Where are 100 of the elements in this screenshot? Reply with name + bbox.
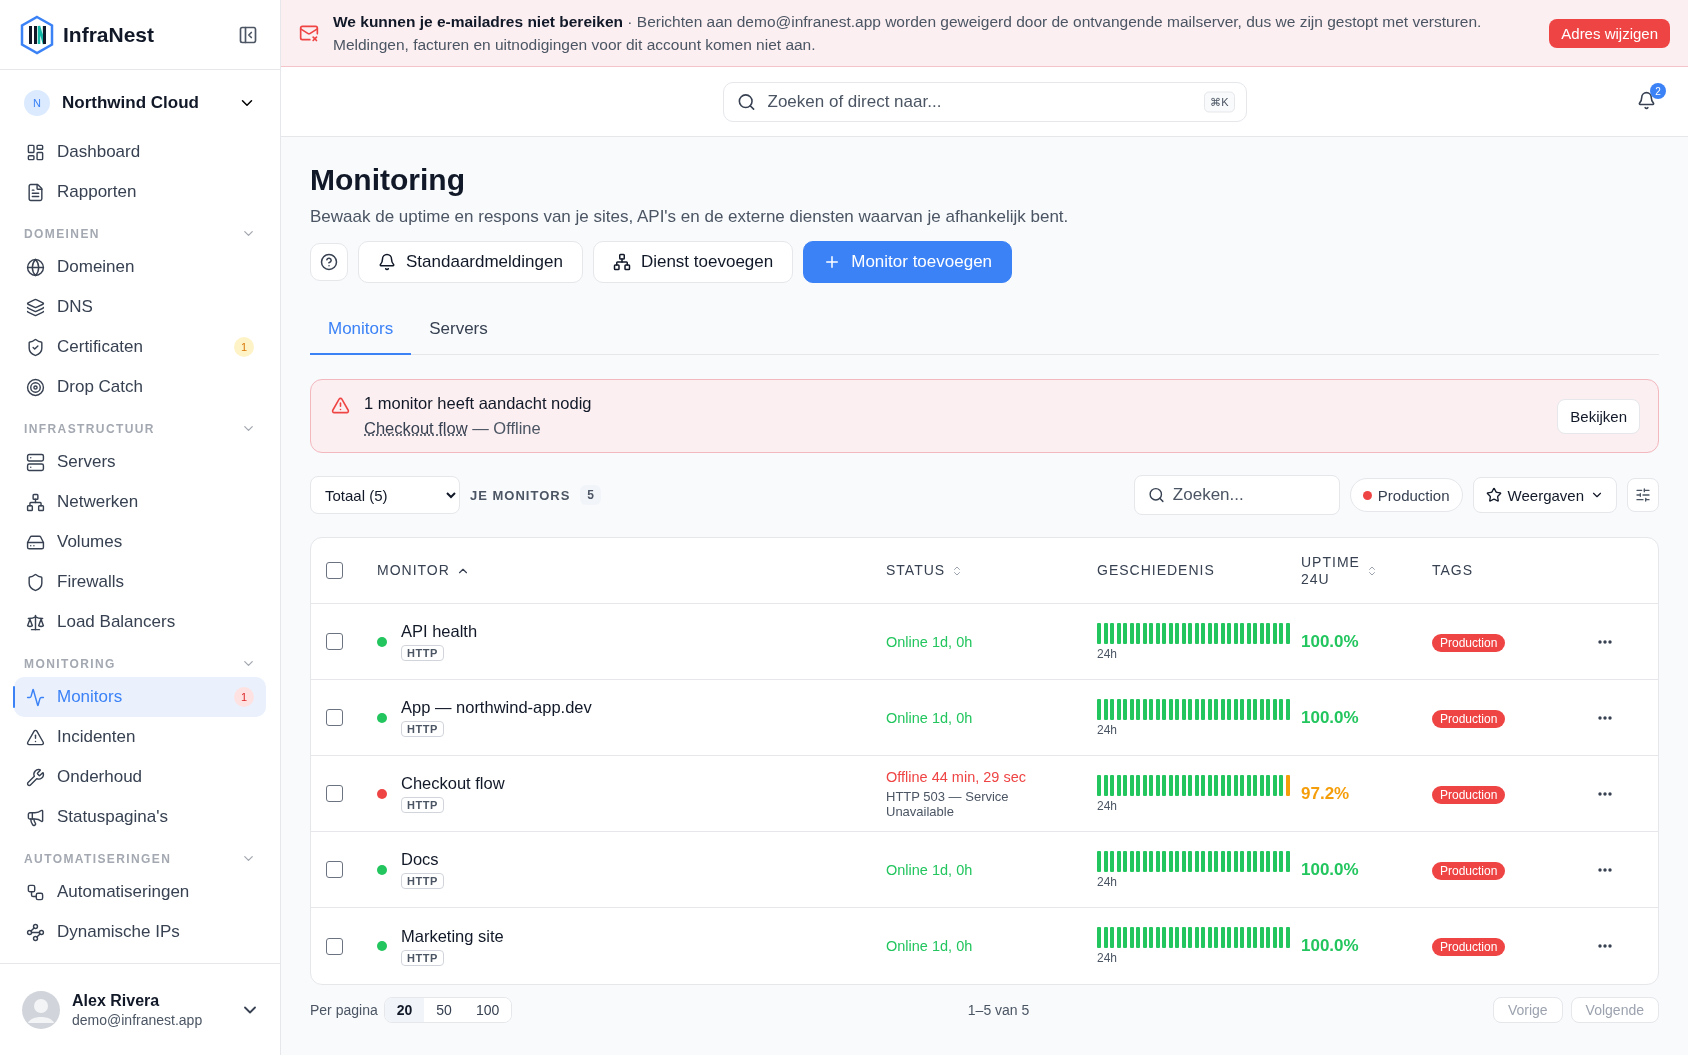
nav-item[interactable]: Rapporten (14, 172, 266, 212)
workspace-switcher[interactable]: N Northwind Cloud (14, 80, 266, 126)
nav-item[interactable]: Dynamische IPs (14, 912, 266, 952)
action-button[interactable]: Dienst toevoegen (592, 241, 794, 283)
more-icon (1598, 639, 1612, 644)
tab[interactable]: Monitors (310, 307, 412, 355)
tag: Production (1432, 709, 1506, 728)
wrench-icon (26, 767, 45, 787)
filter-search-field[interactable]: Zoeken... (1133, 475, 1340, 515)
banner-message: We kunnen je e-mailadres niet bereiken · Berichten aan demo@infranest.app worden geweigerd door de ontvangende mailserver, dus we zijn gestopt met versturen. Meldingen, facturen en uitnodigingen voor dit account komen niet aan. (333, 12, 1483, 55)
search-icon (1147, 486, 1165, 504)
row-checkbox[interactable] (326, 861, 343, 878)
tag: Production (1432, 633, 1506, 652)
type-tag: HTTP (401, 873, 444, 889)
action-button[interactable]: Monitor toevoegen (803, 241, 1013, 283)
history-label: 24h (1097, 646, 1119, 661)
page-description: Bewaak de uptime en respons van je sites, API's en de externe diensten waarvan je afhankelijk bent. (310, 207, 1070, 227)
notification-count: 2 (1650, 83, 1666, 99)
nav-item[interactable]: Monitors 1 (14, 677, 266, 717)
type-tag: HTTP (401, 721, 444, 737)
column-header[interactable]: TAGS (1432, 562, 1474, 579)
nav-item[interactable]: Domeinen (14, 247, 266, 287)
row-checkbox[interactable] (326, 633, 343, 650)
nav-item[interactable]: Incidenten (14, 717, 266, 757)
column-header[interactable]: UPTIME 24U (1301, 553, 1378, 588)
warning-icon (331, 396, 350, 415)
workflow-icon (26, 882, 45, 902)
help-icon (320, 253, 338, 271)
brand-name: InfraNest (63, 22, 155, 47)
bell-icon (1637, 91, 1656, 110)
uptime-value: 100.0% (1301, 936, 1360, 956)
select-all-checkbox[interactable] (326, 562, 343, 579)
row-checkbox[interactable] (326, 937, 343, 955)
nav-item[interactable]: Volumes (14, 522, 266, 562)
notifications-button[interactable]: 2 (1631, 83, 1666, 116)
nav-item[interactable]: Onderhoud (14, 757, 266, 797)
tag: Production (1432, 938, 1506, 956)
more-icon (1598, 867, 1612, 872)
count-badge: 1 (234, 337, 254, 357)
network-icon (612, 253, 631, 271)
page-range: 1–5 van 5 (966, 1002, 1031, 1018)
monitor-count: 5 (580, 485, 602, 505)
nav-item[interactable]: Drop Catch (14, 367, 266, 407)
history-label: 24h (1097, 874, 1119, 889)
nav-item[interactable]: Load Balancers (14, 602, 266, 642)
monitor-name: Marketing site (401, 926, 504, 946)
warning-icon (26, 727, 45, 747)
help-button[interactable] (310, 243, 348, 281)
monitor-name: App — northwind-app.dev (401, 698, 592, 717)
bell-icon (378, 253, 396, 271)
nav-item[interactable]: DNS (14, 287, 266, 327)
total-select[interactable]: Totaal (5) (310, 476, 460, 514)
pulse-icon (26, 687, 45, 707)
more-icon (1598, 715, 1612, 720)
monitor-link[interactable]: Checkout flow (364, 419, 468, 437)
views-button[interactable]: Weergaven (1472, 477, 1617, 513)
dashboard-icon (26, 142, 45, 162)
settings-button[interactable] (1627, 478, 1659, 512)
column-header[interactable]: MONITOR (377, 562, 470, 579)
monitor-name: API health (401, 622, 478, 641)
shield-icon (26, 572, 45, 592)
status-text: Online 1d, 0h (886, 938, 974, 954)
nav-item[interactable]: Automatiseringen (14, 872, 266, 912)
tag: Production (1432, 861, 1506, 880)
shield-check-icon (26, 337, 45, 357)
type-tag: HTTP (401, 797, 444, 813)
nav-item[interactable]: Certificaten 1 (14, 327, 266, 367)
tag-filter-chip[interactable]: Production (1349, 478, 1463, 512)
star-icon (1485, 487, 1502, 503)
tab[interactable]: Servers (411, 307, 506, 355)
more-icon (1598, 944, 1612, 948)
history-label: 24h (1097, 722, 1119, 737)
page-size-option[interactable]: 20 (384, 998, 425, 1022)
user-avatar (22, 990, 60, 1029)
status-text: Online 1d, 0h (886, 861, 974, 878)
nav-item[interactable]: Netwerken (14, 482, 266, 522)
nav-item[interactable]: Servers (14, 442, 266, 482)
column-header[interactable]: GESCHIEDENIS (1097, 562, 1215, 579)
type-tag: HTTP (401, 949, 444, 966)
tag: Production (1432, 785, 1506, 804)
change-address-button[interactable]: Adres wijzigen (1549, 18, 1670, 48)
layers-icon (26, 297, 45, 317)
row-checkbox[interactable] (326, 785, 343, 802)
action-button[interactable]: Standaardmeldingen (358, 241, 583, 283)
sliders-icon (1635, 487, 1651, 503)
server-icon (26, 452, 45, 472)
view-button[interactable]: Bekijken (1557, 398, 1640, 434)
history-label: 24h (1097, 951, 1119, 965)
scale-icon (26, 612, 45, 632)
network-icon (26, 492, 45, 512)
column-header[interactable]: STATUS (886, 562, 964, 579)
nav-item[interactable]: Firewalls (14, 562, 266, 602)
nav-item[interactable]: Dashboard (14, 132, 266, 172)
monitors-label: JE MONITORS (470, 487, 571, 503)
search-icon (736, 92, 756, 111)
mail-error-icon (299, 23, 319, 43)
history-label: 24h (1097, 798, 1119, 813)
row-checkbox[interactable] (326, 709, 343, 726)
drive-icon (26, 532, 45, 552)
nav-item[interactable]: Statuspagina's (14, 797, 266, 837)
